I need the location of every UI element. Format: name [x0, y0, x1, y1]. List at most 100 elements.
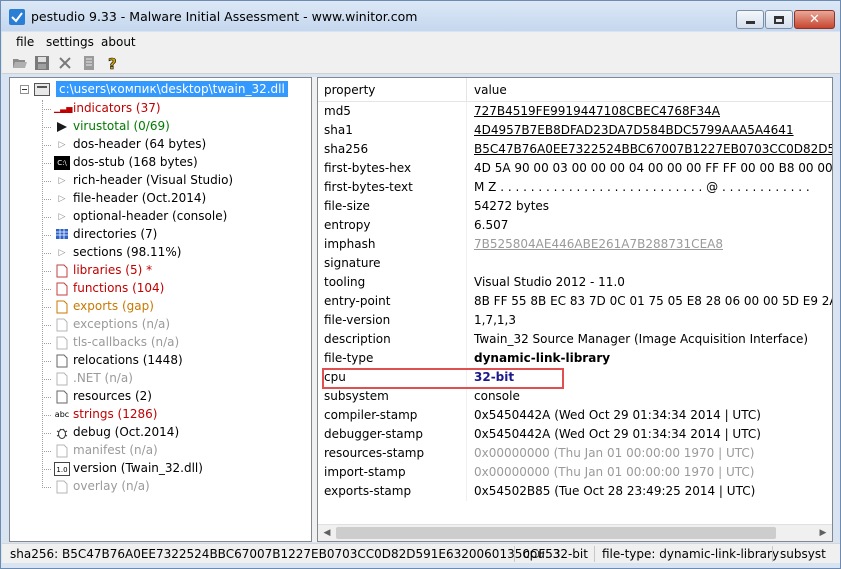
- status-separator: [594, 546, 595, 562]
- table-row[interactable]: first-bytes-text M Z . . . . . . . . . . …: [318, 178, 832, 197]
- table-row[interactable]: first-bytes-hex 4D 5A 90 00 03 00 00 00 0…: [318, 159, 832, 178]
- column-header-property[interactable]: property: [324, 83, 375, 97]
- table-row[interactable]: entropy 6.507: [318, 216, 832, 235]
- column-header-value[interactable]: value: [474, 83, 507, 97]
- hash-link[interactable]: B5C47B76A0EE7322524BBC67007B1227EB0703CC…: [474, 142, 832, 156]
- status-sha256: sha256: B5C47B76A0EE7322524BBC67007B1227…: [10, 547, 561, 561]
- property-list[interactable]: property value md5 727B4519FE9919447108CB…: [317, 77, 833, 542]
- table-row[interactable]: entry-point 8B FF 55 8B EC 83 7D 0C 01 75…: [318, 292, 832, 311]
- app-window: pestudio 9.33 - Malware Initial Assessme…: [0, 0, 841, 569]
- tree-connector: [42, 253, 51, 254]
- table-row[interactable]: compiler-stamp 0x5450442A (Wed Oct 29 01:…: [318, 406, 832, 425]
- tree-item[interactable]: relocations (1448): [42, 352, 311, 370]
- table-row[interactable]: import-stamp 0x00000000 (Thu Jan 01 00:00…: [318, 463, 832, 482]
- cell-separator: [466, 444, 467, 463]
- table-row[interactable]: exports-stamp 0x54502B85 (Tue Oct 28 23:4…: [318, 482, 832, 501]
- property-cell: file-size: [324, 199, 370, 213]
- tree-item[interactable]: C:\ dos-stub (168 bytes): [42, 154, 311, 172]
- tree-item[interactable]: resources (2): [42, 388, 311, 406]
- tree-item[interactable]: directories (7): [42, 226, 311, 244]
- table-row[interactable]: subsystem console: [318, 387, 832, 406]
- table-row[interactable]: resources-stamp 0x00000000 (Thu Jan 01 00…: [318, 444, 832, 463]
- tree-item-label: exceptions (n/a): [73, 317, 171, 331]
- save-icon[interactable]: [34, 55, 50, 71]
- tree-item[interactable]: libraries (5) *: [42, 262, 311, 280]
- cell-separator: [466, 311, 467, 330]
- scrollbar-thumb[interactable]: [336, 527, 776, 539]
- value-cell: 1,7,1,3: [474, 313, 516, 327]
- tree-item[interactable]: ▷ dos-header (64 bytes): [42, 136, 311, 154]
- tree-connector: [42, 433, 51, 434]
- close-button[interactable]: ✕: [794, 10, 835, 29]
- tree-item[interactable]: exports (gap): [42, 298, 311, 316]
- hash-link[interactable]: 4D4957B7EB8DFAD23DA7D584BDC5799AAA5A4641: [474, 123, 794, 137]
- menu-settings[interactable]: settings: [46, 35, 94, 49]
- export-icon: [54, 300, 70, 314]
- table-row[interactable]: description Twain_32 Source Manager (Imag…: [318, 330, 832, 349]
- tree-item[interactable]: debug (Oct.2014): [42, 424, 311, 442]
- scroll-right-icon[interactable]: ▶: [815, 526, 831, 541]
- table-row[interactable]: signature: [318, 254, 832, 273]
- cell-separator: [466, 425, 467, 444]
- tree-item[interactable]: .NET (n/a): [42, 370, 311, 388]
- minimize-button[interactable]: [736, 10, 764, 29]
- value-cell: 0x00000000 (Thu Jan 01 00:00:00 1970 | U…: [474, 446, 755, 460]
- menu-about[interactable]: about: [101, 35, 136, 49]
- table-row[interactable]: file-version 1,7,1,3: [318, 311, 832, 330]
- table-row[interactable]: tooling Visual Studio 2012 - 11.0: [318, 273, 832, 292]
- table-row[interactable]: sha256 B5C47B76A0EE7322524BBC67007B1227EB…: [318, 140, 832, 159]
- table-row[interactable]: debugger-stamp 0x5450442A (Wed Oct 29 01:…: [318, 425, 832, 444]
- open-folder-icon[interactable]: [12, 55, 28, 71]
- tree-item-label: resources (2): [73, 389, 152, 403]
- table-row[interactable]: file-size 54272 bytes: [318, 197, 832, 216]
- tree-item[interactable]: overlay (n/a): [42, 478, 311, 496]
- status-separator: [772, 546, 773, 562]
- value-cell: 0x00000000 (Thu Jan 01 00:00:00 1970 | U…: [474, 465, 755, 479]
- title-bar[interactable]: pestudio 9.33 - Malware Initial Assessme…: [1, 1, 840, 31]
- tree-pane[interactable]: c:\users\компик\desktop\twain_32.dll ▁▃▅…: [9, 77, 312, 542]
- column-separator[interactable]: [466, 78, 467, 102]
- tree-item-label: optional-header (console): [73, 209, 228, 223]
- table-row[interactable]: md5 727B4519FE9919447108CBEC4768F34A: [318, 102, 832, 121]
- collapse-icon[interactable]: [20, 85, 29, 94]
- hash-link[interactable]: 7B525804AE446ABE261A7B288731CEA8: [474, 237, 723, 251]
- tree-item[interactable]: functions (104): [42, 280, 311, 298]
- library-icon: [54, 264, 70, 278]
- scroll-left-icon[interactable]: ◀: [319, 526, 335, 541]
- tree-item[interactable]: tls-callbacks (n/a): [42, 334, 311, 352]
- table-row[interactable]: sha1 4D4957B7EB8DFAD23DA7D584BDC5799AAA5A…: [318, 121, 832, 140]
- tree-item-label: directories (7): [73, 227, 158, 241]
- list-icon[interactable]: [81, 55, 97, 71]
- status-bar: sha256: B5C47B76A0EE7322524BBC67007B1227…: [2, 543, 840, 563]
- table-row[interactable]: imphash 7B525804AE446ABE261A7B288731CEA8: [318, 235, 832, 254]
- menu-file[interactable]: file: [16, 35, 34, 49]
- property-cell: import-stamp: [324, 465, 406, 479]
- tree-item[interactable]: 1.0 version (Twain_32.dll): [42, 460, 311, 478]
- hash-link[interactable]: 727B4519FE9919447108CBEC4768F34A: [474, 104, 720, 118]
- tree-item[interactable]: exceptions (n/a): [42, 316, 311, 334]
- horizontal-scrollbar[interactable]: ◀ ▶: [318, 524, 832, 541]
- tree-item-label: dos-header (64 bytes): [73, 137, 207, 151]
- tree-item-label: .NET (n/a): [73, 371, 133, 385]
- help-icon[interactable]: ?: [104, 55, 120, 74]
- cell-separator: [466, 406, 467, 425]
- arrow-icon: ▷: [58, 212, 66, 222]
- tree-item[interactable]: ▷ rich-header (Visual Studio): [42, 172, 311, 190]
- tree-item[interactable]: ▷ sections (98.11%): [42, 244, 311, 262]
- maximize-button[interactable]: [765, 10, 793, 29]
- cell-separator: [466, 482, 467, 501]
- tree-connector: [42, 307, 51, 308]
- tree-item[interactable]: ▷ file-header (Oct.2014): [42, 190, 311, 208]
- tree-item-label: exports (gap): [73, 299, 154, 313]
- close-file-icon[interactable]: [57, 55, 73, 71]
- svg-text:?: ?: [108, 55, 117, 71]
- tree-item[interactable]: virustotal (0/69): [42, 118, 311, 136]
- overlay-icon: [54, 480, 70, 494]
- value-cell: Visual Studio 2012 - 11.0: [474, 275, 625, 289]
- table-row[interactable]: file-type dynamic-link-library: [318, 349, 832, 368]
- tree-item[interactable]: ▁▃▅ indicators (37): [42, 100, 311, 118]
- tree-item[interactable]: abc strings (1286): [42, 406, 311, 424]
- tree-item[interactable]: manifest (n/a): [42, 442, 311, 460]
- value-cell: Twain_32 Source Manager (Image Acquisiti…: [474, 332, 809, 346]
- tree-item[interactable]: ▷ optional-header (console): [42, 208, 311, 226]
